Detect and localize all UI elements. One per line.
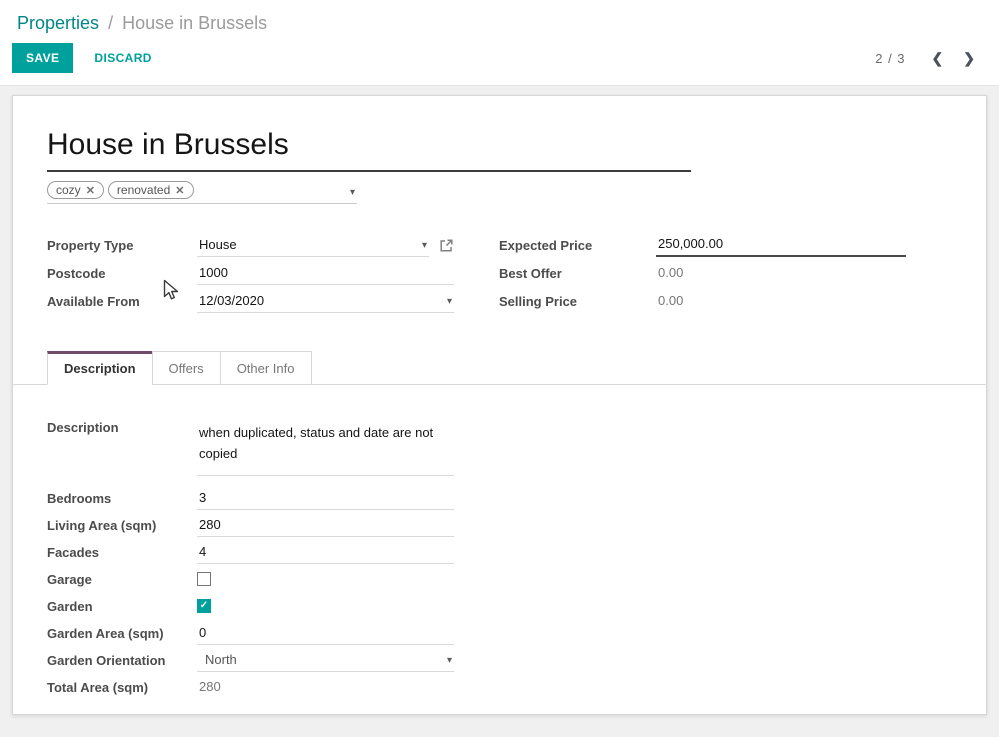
field-row-garage: Garage ✓ <box>47 566 454 593</box>
field-row-garden-orientation: Garden Orientation North ▾ <box>47 647 454 674</box>
bedrooms-input[interactable]: 3 <box>197 486 454 510</box>
tab-description[interactable]: Description <box>47 351 153 385</box>
description-label: Description <box>47 420 197 435</box>
tag-cozy[interactable]: cozy ✕ <box>47 181 104 199</box>
postcode-label: Postcode <box>47 266 197 281</box>
field-row-description: Description when duplicated, status and … <box>47 420 454 476</box>
field-row-garden-area: Garden Area (sqm) 0 <box>47 620 454 647</box>
bedrooms-label: Bedrooms <box>47 491 197 506</box>
total-area-value: 280 <box>197 675 454 699</box>
title-field[interactable]: House in Brussels <box>47 127 691 172</box>
living-area-input[interactable]: 280 <box>197 513 454 537</box>
tag-remove-icon[interactable]: ✕ <box>86 184 95 197</box>
dropdown-caret-icon[interactable]: ▾ <box>350 188 355 198</box>
tab-offers[interactable]: Offers <box>152 351 221 385</box>
selling-price-label: Selling Price <box>499 294 656 309</box>
best-offer-value: 0.00 <box>656 261 906 285</box>
field-group: Property Type House ▾ Postcode 1000 <box>47 231 952 315</box>
field-row-available-from: Available From 12/03/2020 ▾ <box>47 287 454 315</box>
notebook-tabs: Description Offers Other Info <box>13 351 986 385</box>
description-input[interactable]: when duplicated, status and date are not… <box>197 420 454 476</box>
garage-label: Garage <box>47 572 197 587</box>
garden-orientation-label: Garden Orientation <box>47 653 197 668</box>
available-from-value[interactable]: 12/03/2020 <box>199 293 264 308</box>
field-column-right: Expected Price 250,000.00 Best Offer 0.0… <box>499 231 906 315</box>
field-row-living-area: Living Area (sqm) 280 <box>47 512 454 539</box>
dropdown-caret-icon[interactable]: ▾ <box>422 241 427 251</box>
selling-price-value: 0.00 <box>656 289 906 313</box>
discard-button[interactable]: DISCARD <box>81 43 164 73</box>
external-link-icon[interactable] <box>439 238 454 253</box>
postcode-input[interactable]: 1000 <box>197 261 454 285</box>
property-type-label: Property Type <box>47 238 197 253</box>
living-area-label: Living Area (sqm) <box>47 518 197 533</box>
available-from-datepicker[interactable]: 12/03/2020 ▾ <box>197 289 454 313</box>
tag-remove-icon[interactable]: ✕ <box>175 184 184 197</box>
field-row-property-type: Property Type House ▾ <box>47 231 454 259</box>
facades-label: Facades <box>47 545 197 560</box>
pager: 2 / 3 ❮ ❯ <box>875 51 975 66</box>
chevron-left-icon[interactable]: ❮ <box>932 51 944 65</box>
living-area-value[interactable]: 280 <box>199 517 221 532</box>
property-type-field[interactable]: House ▾ <box>197 233 429 257</box>
best-offer-label: Best Offer <box>499 266 656 281</box>
field-row-bedrooms: Bedrooms 3 <box>47 485 454 512</box>
record-title[interactable]: House in Brussels <box>47 127 691 163</box>
best-offer-readonly: 0.00 <box>658 265 683 280</box>
breadcrumb-separator: / <box>108 13 113 33</box>
dropdown-caret-icon[interactable]: ▾ <box>447 656 452 666</box>
breadcrumb-properties-link[interactable]: Properties <box>17 13 99 33</box>
description-tab-content: Description when duplicated, status and … <box>47 385 952 701</box>
field-row-total-area: Total Area (sqm) 280 <box>47 674 454 701</box>
chevron-right-icon[interactable]: ❯ <box>963 51 975 65</box>
dropdown-caret-icon[interactable]: ▾ <box>447 297 452 307</box>
garden-checkbox[interactable]: ✓ <box>197 599 211 613</box>
control-panel: Properties / House in Brussels SAVE DISC… <box>0 0 999 86</box>
field-row-garden: Garden ✓ <box>47 593 454 620</box>
garden-orientation-select[interactable]: North ▾ <box>197 648 454 672</box>
field-row-facades: Facades 4 <box>47 539 454 566</box>
property-type-value[interactable]: House <box>199 237 237 252</box>
available-from-label: Available From <box>47 294 197 309</box>
expected-price-value[interactable]: 250,000.00 <box>658 236 723 251</box>
expected-price-label: Expected Price <box>499 238 656 253</box>
breadcrumb: Properties / House in Brussels <box>0 0 999 37</box>
garden-area-input[interactable]: 0 <box>197 621 454 645</box>
garden-area-label: Garden Area (sqm) <box>47 626 197 641</box>
bedrooms-value[interactable]: 3 <box>199 490 206 505</box>
field-row-expected-price: Expected Price 250,000.00 <box>499 231 906 259</box>
garage-checkbox[interactable]: ✓ <box>197 572 211 586</box>
facades-value[interactable]: 4 <box>199 544 206 559</box>
description-value[interactable]: when duplicated, status and date are not… <box>199 425 433 461</box>
postcode-value[interactable]: 1000 <box>199 265 228 280</box>
garden-orientation-value[interactable]: North <box>199 652 237 667</box>
field-row-postcode: Postcode 1000 <box>47 259 454 287</box>
check-icon: ✓ <box>200 601 208 611</box>
toolbar: SAVE DISCARD 2 / 3 ❮ ❯ <box>0 37 999 73</box>
tag-label: renovated <box>117 183 170 197</box>
form-view-background: House in Brussels cozy ✕ renovated ✕ ▾ P… <box>0 86 999 737</box>
selling-price-readonly: 0.00 <box>658 293 683 308</box>
field-column-left: Property Type House ▾ Postcode 1000 <box>47 231 454 315</box>
field-row-best-offer: Best Offer 0.00 <box>499 259 906 287</box>
field-row-selling-price: Selling Price 0.00 <box>499 287 906 315</box>
garden-area-value[interactable]: 0 <box>199 625 206 640</box>
tag-label: cozy <box>56 183 81 197</box>
total-area-label: Total Area (sqm) <box>47 680 197 695</box>
breadcrumb-current-record: House in Brussels <box>122 13 267 33</box>
total-area-readonly: 280 <box>199 679 221 694</box>
facades-input[interactable]: 4 <box>197 540 454 564</box>
tag-renovated[interactable]: renovated ✕ <box>108 181 194 199</box>
description-fields: Description when duplicated, status and … <box>47 420 454 701</box>
save-button[interactable]: SAVE <box>12 43 73 73</box>
expected-price-input[interactable]: 250,000.00 <box>656 233 906 257</box>
tab-other-info[interactable]: Other Info <box>220 351 312 385</box>
tags-field[interactable]: cozy ✕ renovated ✕ ▾ <box>47 181 357 204</box>
form-sheet: House in Brussels cozy ✕ renovated ✕ ▾ P… <box>12 95 987 715</box>
garden-label: Garden <box>47 599 197 614</box>
pager-value: 2 / 3 <box>875 51 905 66</box>
